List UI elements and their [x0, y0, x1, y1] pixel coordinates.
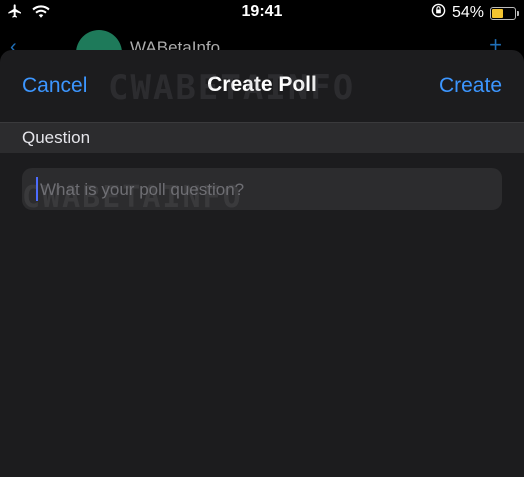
text-cursor [36, 177, 38, 201]
create-button[interactable]: Create [439, 74, 502, 98]
battery-tip [517, 10, 519, 16]
question-section-header: Question [0, 123, 524, 153]
status-right-icons: 54% [431, 3, 519, 23]
question-field[interactable] [22, 168, 502, 212]
create-poll-sheet: Cancel Create Poll Create CWABETAINFO Qu… [0, 50, 524, 477]
battery-icon [490, 6, 519, 20]
battery-level-fill [492, 8, 503, 18]
question-input[interactable] [38, 168, 490, 212]
orientation-lock-icon [431, 3, 446, 23]
question-label: Question [22, 128, 91, 147]
status-bar: 19:41 54% [0, 0, 524, 26]
battery-percent: 54% [451, 4, 484, 21]
sheet-nav-bar: Cancel Create Poll Create [0, 50, 524, 123]
phone-screen: 19:41 54% ‹ WABetaInfo + Cancel Create P… [0, 0, 524, 477]
